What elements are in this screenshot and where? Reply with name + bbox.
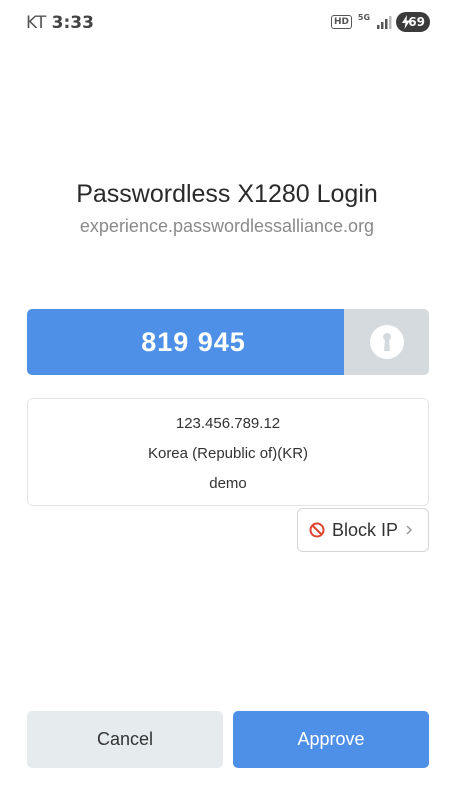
- login-request-details: 123.456.789.12 Korea (Republic of)(KR) d…: [27, 398, 429, 506]
- network-type-icon: 5G: [357, 13, 371, 22]
- cancel-button[interactable]: Cancel: [27, 711, 223, 768]
- carrier-and-time: KT 3:33: [26, 13, 94, 33]
- country: Korea (Republic of)(KR): [147, 445, 309, 462]
- carrier-name: KT: [26, 13, 47, 33]
- block-ip-button[interactable]: Block IP: [297, 508, 429, 552]
- status-bar: KT 3:33 HD 5G 69: [0, 0, 454, 46]
- chevron-right-icon: [406, 525, 413, 535]
- key-panel: [344, 309, 429, 375]
- clock-time: 3:33: [51, 13, 94, 33]
- charging-bolt-icon: [402, 15, 410, 29]
- user-id: demo: [209, 475, 247, 492]
- verification-code: 819 945: [27, 309, 344, 375]
- block-ip-label: Block IP: [332, 520, 399, 540]
- battery-cap: [428, 17, 434, 27]
- verification-code-bar: 819 945: [27, 309, 429, 375]
- page-title: Passwordless X1280 Login: [76, 180, 378, 208]
- status-icons: HD 5G 69: [330, 12, 434, 32]
- hd-voice-icon: HD: [330, 15, 352, 29]
- service-domain: experience.passwordlessalliance.org: [79, 216, 375, 236]
- ip-address: 123.456.789.12: [175, 415, 281, 432]
- battery-icon: 69: [396, 12, 434, 32]
- signal-strength-icon: [377, 16, 392, 29]
- keyhole-icon: [370, 325, 404, 359]
- approve-button[interactable]: Approve: [233, 711, 429, 768]
- ban-icon: [309, 522, 325, 538]
